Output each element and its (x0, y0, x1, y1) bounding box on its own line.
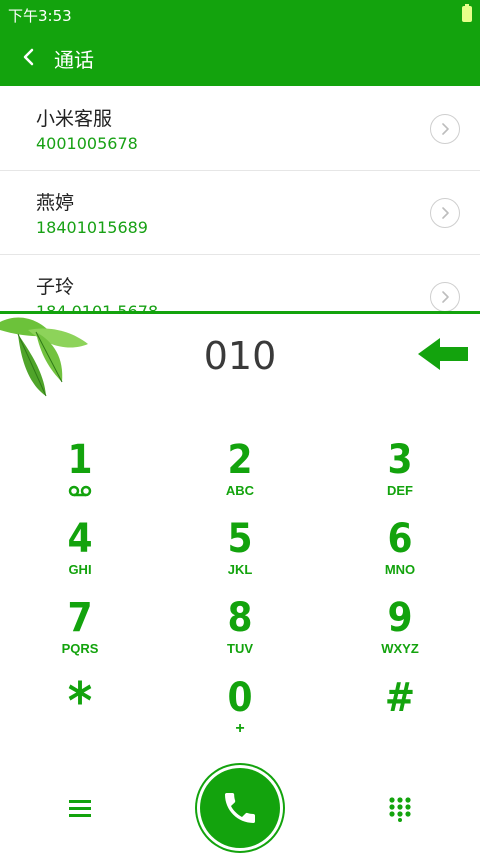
voicemail-icon (68, 485, 92, 497)
dial-key-3[interactable]: 3 DEF (340, 438, 460, 510)
contact-row[interactable]: 小米客服 4001005678 (0, 86, 480, 171)
key-digit: 3 (387, 437, 413, 483)
battery-icon (462, 4, 472, 22)
contact-name: 燕婷 (36, 192, 75, 214)
contact-name: 子玲 (36, 276, 75, 298)
dial-key-4[interactable]: 4 GHI (20, 517, 140, 589)
dialpad-icon (389, 797, 411, 822)
key-digit: 6 (387, 516, 413, 562)
key-digit: 9 (387, 595, 413, 641)
key-digit: 8 (227, 595, 253, 641)
dialpad-toggle-button[interactable] (386, 794, 414, 822)
back-icon (23, 48, 34, 66)
key-letters: ABC (225, 483, 255, 498)
key-digit: * (67, 672, 93, 732)
dial-key-hash[interactable]: # (340, 676, 460, 748)
key-digit: 0 (227, 675, 253, 721)
contact-row[interactable]: 燕婷 18401015689 (0, 170, 480, 255)
contact-name: 小米客服 (36, 108, 113, 130)
status-time: 下午3:53 (8, 7, 72, 25)
page-title: 通话 (54, 48, 94, 72)
dial-key-5[interactable]: 5 JKL (180, 517, 300, 589)
contact-details-button[interactable] (430, 198, 460, 228)
key-letters: WXYZ (381, 641, 419, 656)
contact-row[interactable]: 子玲 184 0101 5678 (0, 254, 480, 312)
backspace-button[interactable] (416, 334, 470, 374)
dialed-number: 010 (203, 334, 277, 378)
contact-details-button[interactable] (430, 114, 460, 144)
backspace-arrow-icon (418, 338, 468, 370)
key-letters: JKL (227, 562, 253, 577)
contact-details-button[interactable] (430, 282, 460, 312)
key-letters: + (235, 720, 245, 737)
dial-key-8[interactable]: 8 TUV (180, 596, 300, 668)
back-button[interactable] (14, 42, 44, 72)
key-letters: DEF (387, 483, 413, 498)
dial-key-7[interactable]: 7 PQRS (20, 596, 140, 668)
key-digit: 2 (227, 437, 253, 483)
key-digit: 7 (67, 595, 93, 641)
key-letters: TUV (227, 641, 253, 656)
menu-button[interactable] (64, 792, 96, 824)
dial-key-star[interactable]: * (20, 676, 140, 748)
contact-number: 18401015689 (36, 218, 148, 237)
key-digit: 4 (67, 516, 93, 562)
key-letters: GHI (68, 562, 92, 577)
dial-key-1[interactable]: 1 (20, 438, 140, 510)
chevron-right-icon (442, 207, 449, 219)
menu-icon (69, 800, 91, 817)
contact-list: 小米客服 4001005678 燕婷 18401015689 子玲 184 01… (0, 86, 480, 312)
key-digit: 5 (227, 516, 253, 562)
contact-number: 4001005678 (36, 134, 138, 153)
status-bar: 下午3:53 (0, 0, 480, 30)
phone-icon (225, 793, 255, 823)
dial-key-9[interactable]: 9 WXYZ (340, 596, 460, 668)
dial-key-2[interactable]: 2 ABC (180, 438, 300, 510)
dial-key-6[interactable]: 6 MNO (340, 517, 460, 589)
app-bar: 通话 (0, 30, 480, 86)
chevron-right-icon (442, 123, 449, 135)
key-digit: # (384, 675, 416, 721)
key-letters: MNO (384, 562, 416, 577)
key-letters: PQRS (61, 641, 99, 656)
dial-key-0[interactable]: 0 + (180, 676, 300, 748)
call-button[interactable] (200, 768, 280, 848)
chevron-right-icon (442, 291, 449, 303)
key-digit: 1 (67, 437, 93, 483)
